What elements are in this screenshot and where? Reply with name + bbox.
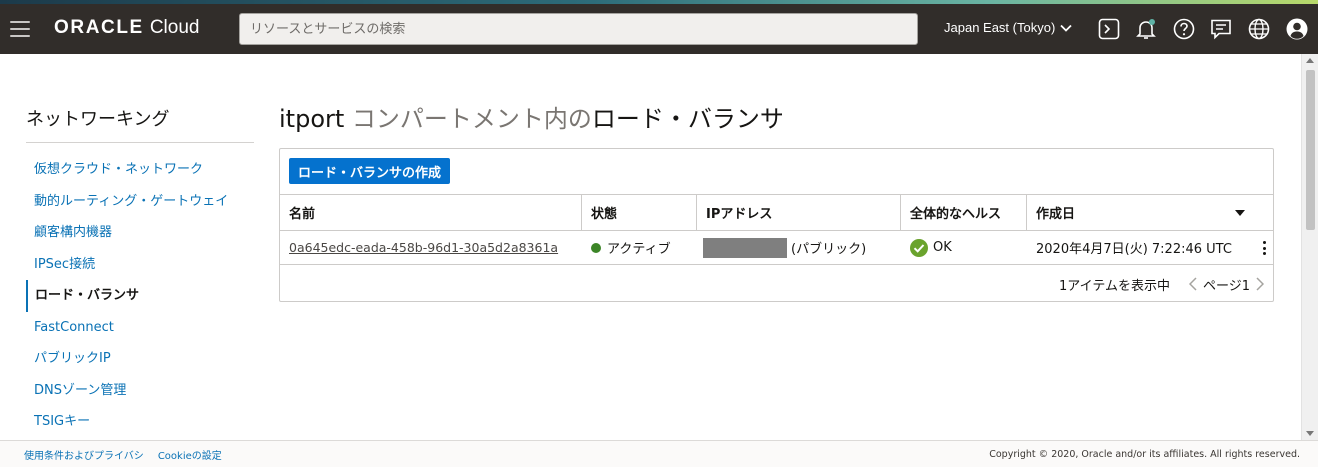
top-header: ORACLE Cloud Japan East (Tokyo) [0, 4, 1318, 54]
main-content: ネットワーキング 仮想クラウド・ネットワーク 動的ルーティング・ゲートウェイ 顧… [0, 54, 1318, 440]
sidebar-item-vcn[interactable]: 仮想クラウド・ネットワーク [26, 154, 254, 186]
sidebar-item-tsig[interactable]: TSIGキー [26, 406, 254, 438]
globe-icon[interactable] [1247, 17, 1271, 41]
load-balancer-panel: ロード・バランサの作成 名前 状態 IPアドレス 全体的なヘルス 作成日 0a6… [279, 148, 1274, 302]
table-header: 名前 状態 IPアドレス 全体的なヘルス 作成日 [280, 194, 1273, 230]
page-title-middle: コンパートメント内の [344, 105, 592, 133]
copyright-text: Copyright © 2020, Oracle and/or its affi… [989, 449, 1300, 460]
logo-brand: ORACLE [54, 17, 144, 38]
chat-icon[interactable] [1209, 17, 1233, 41]
sidebar-title: ネットワーキング [26, 109, 170, 130]
row-actions-icon[interactable] [1261, 240, 1267, 256]
terms-privacy-link[interactable]: 使用条件およびプライバシ [24, 447, 144, 462]
lb-created-text: 2020年4月7日(火) 7:22:46 UTC [1036, 242, 1232, 257]
page-title-compartment: itport [279, 105, 345, 133]
lb-health-cell: OK [901, 231, 1027, 264]
lb-state-text: アクティブ [607, 242, 671, 257]
sidebar-item-fastconnect[interactable]: FastConnect [26, 312, 254, 344]
ip-redacted-block [703, 237, 787, 258]
page-title: itport コンパートメント内のロード・バランサ [279, 99, 784, 134]
lb-ip-cell: (パブリック) [697, 231, 901, 264]
column-header-health[interactable]: 全体的なヘルス [901, 195, 1027, 230]
column-header-ip[interactable]: IPアドレス [697, 195, 901, 230]
table-row: 0a645edc-eada-458b-96d1-30a5d2a8361a アクテ… [280, 230, 1273, 265]
scroll-down-icon[interactable] [1306, 431, 1314, 436]
oracle-cloud-logo[interactable]: ORACLE Cloud [54, 17, 199, 41]
chevron-down-icon [1060, 24, 1072, 32]
sidebar-item-dns[interactable]: DNSゾーン管理 [26, 375, 254, 407]
sort-down-icon[interactable] [1235, 209, 1245, 216]
page-title-resource: ロード・バランサ [591, 105, 784, 133]
scroll-up-icon[interactable] [1306, 58, 1314, 63]
sidebar-item-public-ip[interactable]: パブリックIP [26, 343, 254, 375]
notification-dot-icon [1149, 19, 1155, 25]
active-status-icon [591, 242, 601, 253]
sidebar-item-load-balancer[interactable]: ロード・バランサ [26, 280, 254, 312]
scrollbar-thumb[interactable] [1306, 70, 1315, 230]
logo-product: Cloud [149, 17, 200, 38]
table-pagination: 1アイテムを表示中 ページ1 [280, 267, 1273, 301]
region-label: Japan East (Tokyo) [944, 20, 1056, 35]
search-input[interactable] [239, 13, 918, 45]
help-icon[interactable] [1172, 17, 1196, 41]
next-page-icon[interactable] [1253, 277, 1267, 291]
previous-page-icon[interactable] [1186, 277, 1200, 291]
page-scrollbar[interactable] [1301, 54, 1318, 440]
lb-state-cell: アクティブ [582, 231, 697, 264]
create-load-balancer-button[interactable]: ロード・バランサの作成 [289, 158, 451, 184]
load-balancer-table: 名前 状態 IPアドレス 全体的なヘルス 作成日 0a645edc-eada-4… [280, 194, 1273, 265]
sidebar-divider [26, 142, 254, 143]
cookie-settings-link[interactable]: Cookieの設定 [158, 447, 222, 462]
column-header-state[interactable]: 状態 [582, 195, 697, 230]
page-indicator: ページ1 [1202, 278, 1250, 294]
lb-created-cell: 2020年4月7日(火) 7:22:46 UTC [1027, 231, 1273, 264]
check-circle-icon [910, 238, 928, 257]
column-header-name[interactable]: 名前 [280, 195, 582, 230]
cloud-shell-icon[interactable] [1097, 17, 1121, 41]
item-count: 1アイテムを表示中 [1059, 278, 1170, 294]
sidebar-item-ipsec[interactable]: IPSec接続 [26, 249, 254, 281]
bell-icon[interactable] [1134, 17, 1158, 41]
sidebar-item-cpe[interactable]: 顧客構内機器 [26, 217, 254, 249]
lb-health-text: OK [933, 240, 952, 255]
region-selector[interactable]: Japan East (Tokyo) [944, 20, 1072, 35]
column-header-created[interactable]: 作成日 [1027, 195, 1273, 230]
menu-icon[interactable] [10, 21, 30, 37]
sidebar-item-drg[interactable]: 動的ルーティング・ゲートウェイ [26, 186, 254, 218]
lb-name-cell: 0a645edc-eada-458b-96d1-30a5d2a8361a [280, 231, 582, 264]
sidebar-nav: 仮想クラウド・ネットワーク 動的ルーティング・ゲートウェイ 顧客構内機器 IPS… [26, 154, 254, 438]
page-footer: 使用条件およびプライバシ Cookieの設定 Copyright © 2020,… [0, 440, 1318, 467]
user-icon[interactable] [1285, 17, 1309, 41]
lb-ip-type: (パブリック) [791, 242, 867, 257]
lb-name-link[interactable]: 0a645edc-eada-458b-96d1-30a5d2a8361a [289, 240, 558, 255]
column-header-created-label: 作成日 [1036, 207, 1076, 222]
